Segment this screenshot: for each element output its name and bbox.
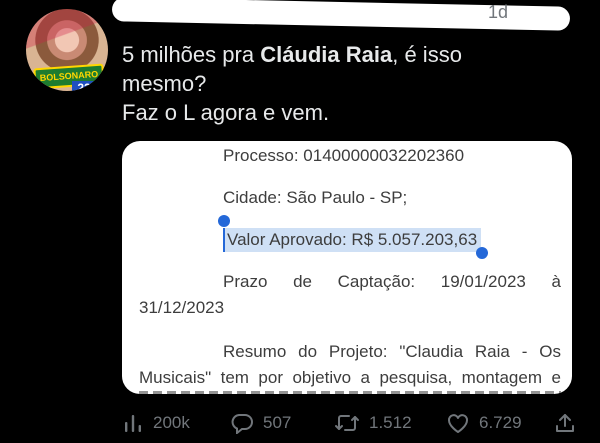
doc-resumo: Resumo do Projeto: "Claudia Raia - Os: [223, 341, 561, 363]
bar-chart-icon: [122, 412, 144, 434]
share-icon: [554, 412, 576, 434]
doc-prazo-word: Prazo: [223, 272, 268, 291]
doc-resumo-line-2: Musicais" tem por objetivo a pesquisa, m…: [139, 367, 561, 389]
doc-cidade: Cidade: São Paulo - SP;: [223, 188, 408, 207]
views-count: 200k: [153, 413, 190, 432]
doc-processo: Processo: 01400000032202360: [223, 146, 465, 165]
tweet-text-line-2: mesmo?: [122, 71, 207, 96]
doc-resumo-word: objetivo: [292, 368, 352, 387]
doc-prazo-word: Captação:: [337, 272, 416, 291]
heart-icon: [446, 412, 470, 434]
doc-resumo-word: pesquisa,: [379, 368, 453, 387]
doc-prazo-word: 19/01/2023: [440, 272, 526, 291]
selection-handle-end: [476, 247, 488, 259]
selection-handle-start: [218, 215, 230, 227]
doc-resumo-word: tem: [220, 368, 249, 387]
doc-resumo-word: a: [360, 368, 370, 387]
doc-prazo-word: à: [551, 272, 561, 291]
doc-prazo-word: de: [293, 272, 312, 291]
doc-resumo-word: "Claudia: [399, 342, 464, 361]
like-count: 6.729: [479, 413, 522, 432]
doc-resumo-word: Resumo: [223, 342, 287, 361]
doc-resumo-word: do: [298, 342, 318, 361]
doc-resumo-word: Musicais": [139, 368, 212, 387]
tweet-text-prefix: 5 milhões pra: [122, 42, 261, 67]
doc-resumo-word: Os: [539, 342, 561, 361]
doc-resumo-word: montagem: [461, 368, 542, 387]
views-button[interactable]: 200k: [122, 412, 190, 434]
reply-button[interactable]: 507: [230, 412, 291, 434]
tweet-text-line-3: Faz o L agora e vem.: [122, 100, 330, 125]
avatar-number: 22: [72, 81, 96, 91]
doc-valor-aprovado-selected: Valor Aprovado: R$ 5.057.203,63: [223, 228, 482, 252]
doc-resumo-word: Raia: [474, 342, 510, 361]
tweet-text-bold-name: Cláudia Raia: [260, 42, 393, 67]
avatar[interactable]: BOLSONARO 22: [26, 9, 108, 91]
doc-prazo-end-date: 31/12/2023: [139, 298, 225, 317]
doc-resumo-word: Projeto:: [328, 342, 388, 361]
tweet-text: 5 milhões pra Cláudia Raia, é isso mesmo…: [122, 40, 552, 127]
retweet-button[interactable]: 1.512: [334, 412, 412, 434]
doc-resumo-word: -: [521, 342, 528, 361]
doc-resumo-word: e: [551, 368, 561, 387]
like-button[interactable]: 6.729: [446, 412, 522, 434]
tweet-text-line-1: 5 milhões pra Cláudia Raia, é isso: [122, 40, 552, 69]
doc-cut-off-line: [139, 391, 561, 394]
tweet-timestamp[interactable]: 1d: [488, 2, 508, 23]
speech-bubble-icon: [230, 412, 254, 434]
retweet-count: 1.512: [369, 413, 412, 432]
doc-resumo-word: por: [258, 368, 283, 387]
share-button[interactable]: [554, 412, 576, 434]
retweet-icon: [334, 412, 360, 434]
media-screenshot[interactable]: Processo: 01400000032202360 Cidade: São …: [122, 141, 572, 394]
tweet-text-suffix: , é isso: [392, 42, 462, 67]
reply-count: 507: [263, 413, 292, 432]
tweet-actions: 200k 507 1.512 6.729: [122, 408, 582, 438]
doc-prazo: Prazo de Captação: 19/01/2023 à: [223, 271, 561, 293]
